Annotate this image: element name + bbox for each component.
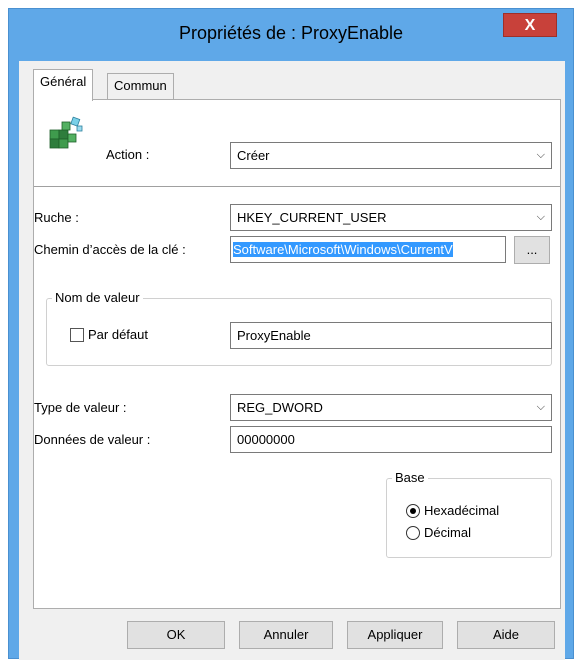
- base-dec-radio[interactable]: [406, 526, 420, 540]
- hive-value: HKEY_CURRENT_USER: [237, 210, 387, 225]
- chevron-down-icon: ⌵: [536, 211, 545, 223]
- apply-button[interactable]: Appliquer: [347, 621, 443, 649]
- ok-button[interactable]: OK: [127, 621, 225, 649]
- separator: [34, 186, 560, 187]
- value-name-field[interactable]: ProxyEnable: [230, 322, 552, 349]
- value-name-text: ProxyEnable: [237, 328, 311, 343]
- value-type-select[interactable]: REG_DWORD ⌵: [230, 394, 552, 421]
- chevron-down-icon: ⌵: [536, 401, 545, 413]
- action-select[interactable]: Créer ⌵: [230, 142, 552, 169]
- cancel-button[interactable]: Annuler: [239, 621, 333, 649]
- close-button[interactable]: X: [503, 13, 557, 37]
- value-type-value: REG_DWORD: [237, 400, 323, 415]
- chevron-down-icon: ⌵: [536, 149, 545, 161]
- key-path-field[interactable]: Software\Microsoft\Windows\CurrentV: [230, 236, 506, 263]
- default-checkbox-label: Par défaut: [88, 327, 148, 342]
- action-label: Action :: [106, 147, 150, 162]
- browse-button[interactable]: ...: [514, 236, 550, 264]
- base-group-label: Base: [392, 470, 428, 485]
- dialog-client-area: Général Commun Action: Créer ⌵ Ruche: …: [19, 61, 565, 660]
- base-hex-radio[interactable]: [406, 504, 420, 518]
- window-title: Propriétés de : ProxyEnable: [178, 23, 404, 43]
- close-icon: X: [524, 17, 536, 34]
- action-value: Créer: [237, 148, 270, 163]
- value-data-text: 00000000: [237, 432, 295, 447]
- base-hex-label: Hexadécimal: [424, 503, 500, 518]
- hive-select[interactable]: HKEY_CURRENT_USER ⌵: [230, 204, 552, 231]
- title-bar[interactable]: Propriétés de : ProxyEnable X: [9, 9, 573, 55]
- dialog-window: Propriétés de : ProxyEnable X Général Co…: [8, 8, 574, 660]
- help-button[interactable]: Aide: [457, 621, 555, 649]
- base-dec-label: Décimal: [424, 525, 471, 540]
- value-data-field[interactable]: 00000000: [230, 426, 552, 453]
- tab-common[interactable]: Commun: [107, 73, 174, 99]
- hive-label: Ruche :: [34, 210, 79, 225]
- base-group: [386, 478, 552, 558]
- registry-cubes-icon: [48, 116, 84, 150]
- default-checkbox[interactable]: [70, 328, 84, 342]
- key-path-value: Software\Microsoft\Windows\CurrentV: [233, 242, 453, 257]
- tab-general[interactable]: Général: [33, 69, 94, 101]
- key-path-label: Chemin d’accès de la clé :: [34, 242, 186, 257]
- value-data-label: Données de valeur :: [34, 432, 151, 447]
- value-type-label: Type de valeur :: [34, 400, 127, 415]
- tab-panel-general: Action : Créer ⌵ Ruche : HKEY_CURRENT_US…: [33, 99, 561, 609]
- value-name-group-label: Nom de valeur: [52, 290, 143, 305]
